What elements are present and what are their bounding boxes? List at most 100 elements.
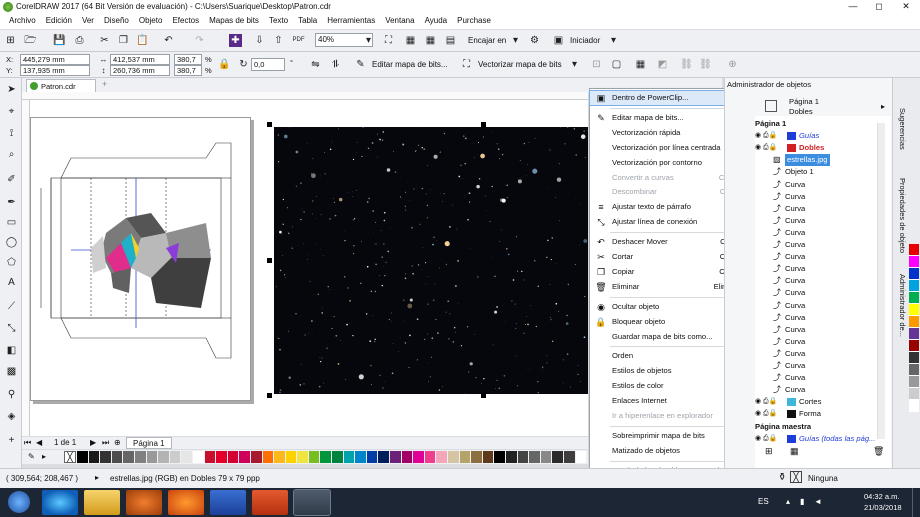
object-tree-row[interactable]: ◉ ⎙🔒 Dobles	[755, 142, 885, 154]
crop-bitmap-icon[interactable]: ⊡	[590, 58, 603, 71]
bitmap-frame-icon[interactable]: ▢	[610, 58, 623, 71]
visibility-icon[interactable]: ◉ ⎙🔒	[755, 433, 777, 445]
vertical-ruler[interactable]	[22, 100, 30, 436]
crop-tool-icon[interactable]: ⟟	[5, 127, 18, 140]
color-swatch[interactable]	[390, 451, 402, 463]
link-icon[interactable]: ⛓	[680, 58, 693, 71]
eyedropper-icon[interactable]: ⚲	[5, 388, 18, 401]
unlink-icon[interactable]: ⛓	[699, 58, 712, 71]
close-button[interactable]: ✕	[895, 0, 917, 14]
docker-tab-administrador[interactable]: Administrador de...	[895, 274, 907, 337]
object-tree-row[interactable]: ⤴ Curva	[755, 227, 885, 239]
object-tree-row[interactable]: ⤴ Curva	[755, 348, 885, 360]
color-swatch[interactable]	[192, 451, 205, 463]
color-swatch[interactable]	[909, 364, 919, 376]
object-tree-row[interactable]: ▨ estrellas.jpg	[755, 154, 885, 167]
cut-icon[interactable]: ✂	[98, 34, 111, 47]
menu-mapas-de-bits[interactable]: Mapas de bits	[204, 14, 264, 29]
object-tree-row[interactable]: ⤴ Curva	[755, 384, 885, 396]
color-swatch[interactable]	[239, 451, 251, 463]
color-swatch[interactable]	[250, 451, 263, 463]
eyedropper-icon[interactable]: ✎	[28, 452, 35, 461]
color-mask-icon[interactable]: ◩	[656, 58, 669, 71]
page-view-icon[interactable]	[765, 100, 777, 112]
freehand-tool-icon[interactable]: ✐	[5, 173, 18, 186]
import-icon[interactable]: ⇩	[253, 34, 266, 47]
color-swatch[interactable]	[436, 451, 448, 463]
color-swatch[interactable]	[297, 451, 309, 463]
color-swatch[interactable]	[320, 451, 333, 463]
add-tab-icon[interactable]: +	[102, 79, 107, 89]
network-icon[interactable]: ▮	[800, 497, 804, 506]
prev-page-icon[interactable]: ◀	[36, 438, 42, 447]
trash-icon[interactable]: 🗑	[873, 446, 884, 457]
color-swatch[interactable]	[123, 451, 135, 463]
show-desktop-button[interactable]	[912, 488, 920, 517]
no-fill-indicator-icon[interactable]: ╳	[790, 471, 802, 483]
object-tree-row[interactable]: ◉ ⎙🔒 Cortes	[755, 396, 885, 408]
restore-button[interactable]: ◻	[868, 0, 890, 14]
color-swatch[interactable]	[424, 451, 437, 463]
mirror-horizontal-icon[interactable]: ⇋	[309, 58, 322, 71]
object-tree-row[interactable]: ⤴ Objeto 1	[755, 166, 885, 178]
new-layer-icon[interactable]: ⊞	[765, 446, 773, 457]
selection-handle[interactable]	[267, 258, 272, 263]
object-tree-row[interactable]: ⤴ Curva	[755, 263, 885, 275]
zoom-tool-icon[interactable]: ⌕	[5, 148, 18, 161]
new-document-icon[interactable]: ⊞	[4, 34, 17, 47]
palette-menu-icon[interactable]: ▸	[42, 452, 46, 461]
object-tree-row[interactable]: ⤴ Curva	[755, 275, 885, 287]
color-swatch[interactable]	[529, 451, 541, 463]
color-swatch[interactable]	[909, 400, 919, 412]
color-swatch[interactable]	[204, 451, 217, 463]
scale-y-field[interactable]: 380,7	[174, 65, 202, 76]
menu-herramientas[interactable]: Herramientas	[322, 14, 380, 29]
menu-edicion[interactable]: Edición	[41, 14, 77, 29]
media-player-icon[interactable]	[126, 490, 162, 515]
firefox-icon[interactable]	[168, 490, 204, 515]
chevron-down-icon[interactable]: ▾	[362, 34, 375, 47]
resample-icon[interactable]: ▦	[634, 58, 647, 71]
undo-icon[interactable]: ↶	[162, 34, 175, 47]
stars-bitmap-image[interactable]	[274, 127, 588, 394]
parallel-dimension-icon[interactable]: ⟋	[5, 300, 18, 313]
docker-tab-sugerencias[interactable]: Sugerencias	[895, 108, 907, 150]
object-tree-row[interactable]: ◉ ⎙🔒 Forma	[755, 408, 885, 420]
selection-handle[interactable]	[267, 393, 272, 398]
color-swatch[interactable]	[146, 451, 159, 463]
visibility-icon[interactable]: ◉ ⎙🔒	[755, 142, 777, 154]
color-swatch[interactable]	[262, 451, 275, 463]
scrollbar[interactable]	[877, 123, 885, 439]
minimize-button[interactable]: —	[842, 0, 864, 14]
color-swatch[interactable]	[88, 451, 101, 463]
color-swatch[interactable]	[505, 451, 518, 463]
color-swatch[interactable]	[111, 451, 124, 463]
next-page-icon[interactable]: ▶	[90, 438, 96, 447]
box-dieline-drawing[interactable]	[31, 118, 252, 402]
menu-tabla[interactable]: Tabla	[293, 14, 322, 29]
x-position-field[interactable]: 445,279 mm	[20, 54, 90, 65]
object-tree-row[interactable]: ⤴ Curva	[755, 191, 885, 203]
coreldraw-taskbar-icon[interactable]	[293, 489, 331, 516]
mirror-vertical-icon[interactable]: ⥮	[329, 58, 342, 71]
internet-explorer-icon[interactable]	[42, 490, 78, 515]
chevron-down-icon[interactable]: ▾	[607, 34, 620, 47]
fill-bucket-icon[interactable]: ⚱	[778, 472, 786, 483]
color-swatch[interactable]	[77, 451, 89, 463]
color-swatch[interactable]	[413, 451, 425, 463]
color-swatch[interactable]	[378, 451, 391, 463]
color-swatch[interactable]	[540, 451, 553, 463]
color-swatch[interactable]	[909, 292, 919, 304]
rectangle-tool-icon[interactable]: ▭	[5, 216, 18, 229]
document-tab[interactable]: Patron.cdr	[26, 79, 96, 92]
grid-icon[interactable]: ▦	[424, 34, 437, 47]
color-swatch[interactable]	[158, 451, 170, 463]
color-swatch[interactable]	[355, 451, 367, 463]
color-swatch[interactable]	[181, 451, 193, 463]
tray-arrow-icon[interactable]: ▴	[786, 497, 790, 506]
layer-options-icon[interactable]: ▦	[790, 446, 799, 457]
color-swatch[interactable]	[308, 451, 321, 463]
color-swatch[interactable]	[494, 451, 506, 463]
object-tree-row[interactable]: ⤴ Curva	[755, 336, 885, 348]
object-tree-row[interactable]: ◉ ⎙🔒 Guías	[755, 130, 885, 142]
